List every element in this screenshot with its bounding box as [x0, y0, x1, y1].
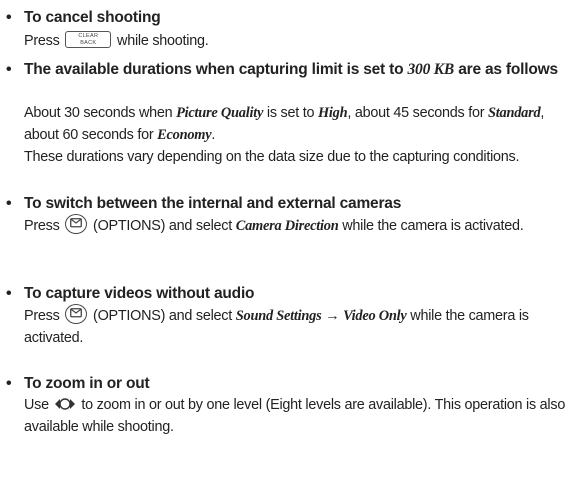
heading-text: The available durations when capturing l…: [24, 61, 404, 78]
manual-page: • To cancel shooting Press CLEAR BACK wh…: [0, 0, 574, 477]
menu-term-standard: Standard: [488, 105, 541, 121]
bullet: •: [6, 9, 12, 26]
menu-term-economy: Economy: [157, 127, 212, 143]
menu-term-picture-quality: Picture Quality: [176, 105, 264, 121]
tip-heading: To switch between the internal and exter…: [24, 195, 402, 212]
bullet: •: [6, 61, 12, 78]
bullet: •: [6, 375, 12, 392]
body-text: Press: [24, 218, 60, 234]
menu-term-video-only: Video Only: [343, 308, 407, 324]
body-text: , about 45 seconds for: [347, 105, 485, 121]
body-text: (OPTIONS) and select: [93, 218, 232, 234]
menu-term-sound-settings: Sound Settings: [235, 308, 322, 324]
body-text: Press: [24, 33, 60, 49]
clear-back-key-icon: CLEAR BACK: [65, 31, 112, 48]
tip-body: Press (OPTIONS) and select Sound Setting…: [24, 304, 572, 349]
body-text: About 30 seconds when: [24, 105, 173, 121]
key-label-back: BACK: [80, 40, 97, 46]
tip-body: About 30 seconds when Picture Quality is…: [24, 102, 572, 168]
tip-heading: To zoom in or out: [24, 375, 150, 392]
body-text: Press: [24, 308, 60, 324]
body-text: to zoom in or out by one level (Eight le…: [24, 397, 566, 435]
key-label-clear: CLEAR: [78, 33, 99, 39]
body-text: Use: [24, 397, 49, 413]
tip-body: Use to zoom in or out by one level (Eigh…: [24, 394, 572, 438]
left-right-nav-key-icon: [54, 395, 76, 413]
heading-text: are as follows: [458, 61, 558, 78]
tip-body: Press CLEAR BACK while shooting.: [24, 30, 572, 52]
arrow-right-icon: →: [325, 308, 340, 324]
bullet: •: [6, 285, 12, 302]
tip-heading: To capture videos without audio: [24, 285, 255, 302]
menu-term-camera-direction: Camera Direction: [235, 218, 339, 234]
mail-options-key-icon: [65, 304, 88, 324]
mail-options-key-icon: [65, 214, 88, 234]
bullet: •: [6, 195, 12, 212]
tip-body: Press (OPTIONS) and select Camera Direct…: [24, 214, 572, 237]
heading-emphasis: 300 KB: [407, 61, 455, 78]
body-text: while the camera is activated.: [342, 218, 524, 234]
tip-heading: The available durations when capturing l…: [24, 60, 564, 80]
tip-heading: To cancel shooting: [24, 9, 161, 26]
menu-term-high: High: [317, 105, 348, 121]
body-text: .: [211, 127, 216, 143]
body-text: is set to: [266, 105, 315, 121]
body-text: (OPTIONS) and select: [93, 308, 232, 324]
body-text: These durations vary depending on the da…: [24, 149, 520, 165]
body-text: while shooting.: [117, 33, 209, 49]
